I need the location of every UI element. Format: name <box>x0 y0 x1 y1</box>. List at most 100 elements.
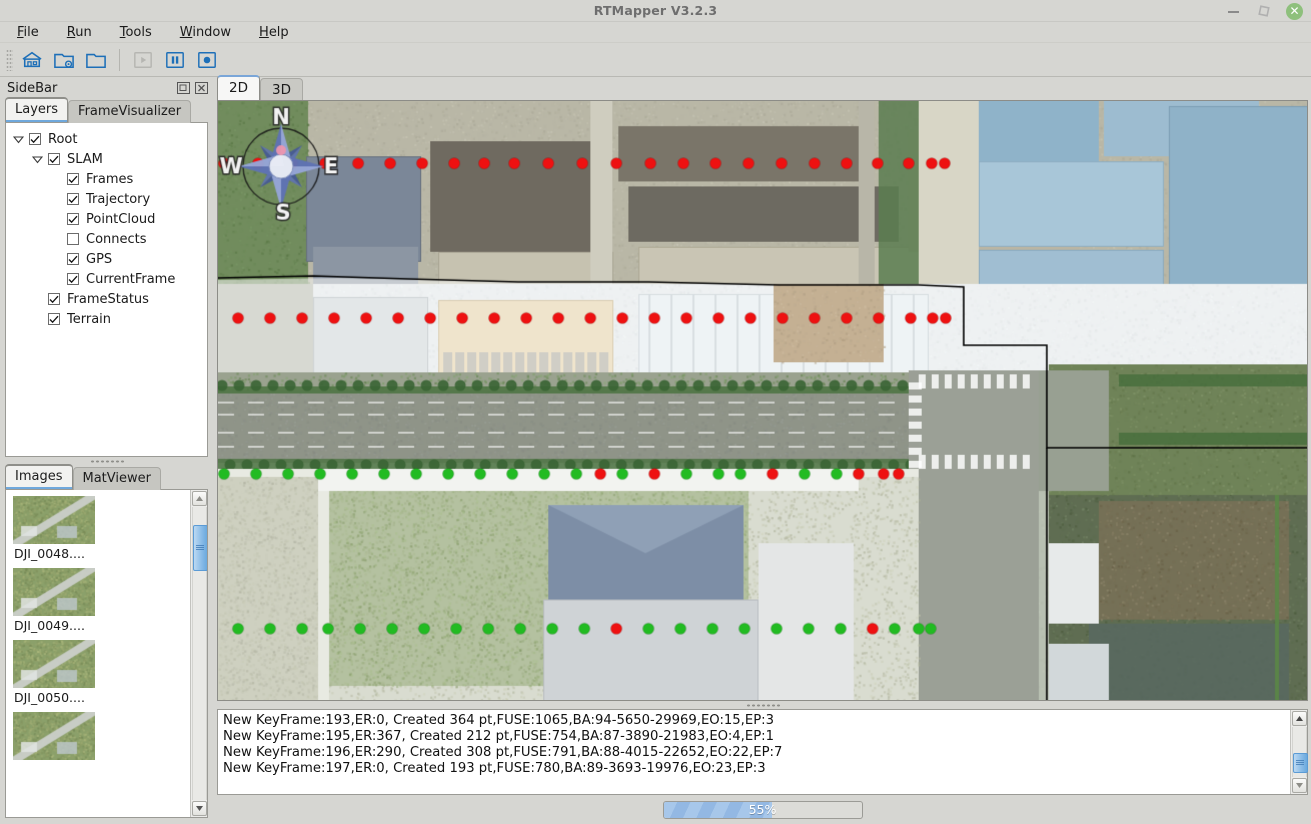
status-bar: 55% <box>214 795 1311 824</box>
image-thumbnail-list[interactable]: DJI_0048....DJI_0049.... DJI_0050.... <box>6 490 190 817</box>
log-splitter[interactable] <box>214 701 1311 709</box>
log-text[interactable]: New KeyFrame:193,ER:0, Created 364 pt,FU… <box>218 710 1290 794</box>
chevron-down-icon[interactable] <box>31 153 44 166</box>
tree-item-gps[interactable]: GPS <box>12 249 203 269</box>
tree-item-frames[interactable]: Frames <box>12 169 203 189</box>
main-area: SideBar Layers FrameVisualizer Root SLAM F… <box>0 77 1311 824</box>
menu-window[interactable]: Window <box>177 24 234 41</box>
checkbox-terrain[interactable] <box>48 313 60 325</box>
tree-item-terrain[interactable]: Terrain <box>12 309 203 329</box>
tree-item-trajectory[interactable]: Trajectory <box>12 189 203 209</box>
tree-spacer <box>50 213 63 226</box>
images-scroll-track[interactable] <box>192 507 207 800</box>
tree-item-label: Root <box>45 132 77 147</box>
close-panel-icon[interactable] <box>194 81 209 95</box>
checkbox-pointcloud[interactable] <box>67 213 79 225</box>
tree-item-label: CurrentFrame <box>83 272 175 287</box>
tab-images[interactable]: Images <box>5 464 73 489</box>
float-panel-icon[interactable] <box>176 81 191 95</box>
log-scroll-down-icon[interactable] <box>1292 778 1307 793</box>
tree-item-label: GPS <box>83 252 112 267</box>
log-scroll-up-icon[interactable] <box>1292 711 1307 726</box>
log-scroll-thumb[interactable] <box>1293 753 1308 773</box>
list-item[interactable]: DJI_0050.... <box>13 640 190 708</box>
image-thumbnail[interactable] <box>13 568 95 616</box>
checkbox-framestatus[interactable] <box>48 293 60 305</box>
tree-item-label: Connects <box>83 232 147 247</box>
tree-item-pointcloud[interactable]: PointCloud <box>12 209 203 229</box>
tree-item-connects[interactable]: Connects <box>12 229 203 249</box>
minimize-icon[interactable] <box>1226 3 1242 19</box>
images-scrollbar[interactable] <box>190 490 207 817</box>
tab-2d[interactable]: 2D <box>217 75 260 100</box>
chevron-down-icon[interactable] <box>12 133 25 146</box>
tree-spacer <box>50 273 63 286</box>
tree-item-label: Trajectory <box>83 192 150 207</box>
play-icon[interactable] <box>127 46 159 74</box>
checkbox-frames[interactable] <box>67 173 79 185</box>
tree-item-label: PointCloud <box>83 212 155 227</box>
images-panel: DJI_0048....DJI_0049.... DJI_0050.... <box>5 489 208 818</box>
tab-3d[interactable]: 3D <box>260 78 303 101</box>
tree-item-label: FrameStatus <box>64 292 149 307</box>
close-icon[interactable]: ✕ <box>1286 3 1303 20</box>
map-canvas[interactable] <box>218 101 1307 700</box>
menu-tools[interactable]: Tools <box>117 24 155 41</box>
window-title: RTMapper V3.2.3 <box>594 3 718 18</box>
tree-item-framestatus[interactable]: FrameStatus <box>12 289 203 309</box>
window-controls: ✕ <box>1226 0 1303 22</box>
sidebar-tabs: Layers FrameVisualizer <box>0 99 213 122</box>
log-scroll-track[interactable] <box>1292 727 1307 777</box>
menu-bar: File Run Tools Window Help <box>0 22 1311 43</box>
tree-spacer <box>31 293 44 306</box>
image-filename: DJI_0050.... <box>13 688 190 708</box>
list-item[interactable]: DJI_0049.... <box>13 568 190 636</box>
checkbox-connects[interactable] <box>67 233 79 245</box>
sidebar-title: SideBar <box>7 81 173 96</box>
menu-help[interactable]: Help <box>256 24 292 41</box>
application-window: RTMapper V3.2.3 ✕ File Run Tools Window … <box>0 0 1311 824</box>
checkbox-currentframe[interactable] <box>67 273 79 285</box>
log-line: New KeyFrame:197,ER:0, Created 193 pt,FU… <box>223 761 1290 777</box>
sidebar-header: SideBar <box>0 77 213 99</box>
tree-spacer <box>50 253 63 266</box>
tree-item-slam[interactable]: SLAM <box>12 149 203 169</box>
checkbox-gps[interactable] <box>67 253 79 265</box>
tree-item-label: Terrain <box>64 312 111 327</box>
log-scrollbar[interactable] <box>1290 710 1307 794</box>
checkbox-trajectory[interactable] <box>67 193 79 205</box>
image-thumbnail[interactable] <box>13 496 95 544</box>
tree-item-root[interactable]: Root <box>12 129 203 149</box>
maximize-icon[interactable] <box>1256 3 1272 19</box>
checkbox-slam[interactable] <box>48 153 60 165</box>
tree-item-label: SLAM <box>64 152 103 167</box>
viewer-tabs: 2D 3D <box>214 77 1311 100</box>
layers-panel: Root SLAM Frames Trajectory PointCloud Connec… <box>5 122 208 457</box>
open-folder-icon[interactable] <box>80 46 112 74</box>
log-line: New KeyFrame:195,ER:367, Created 212 pt,… <box>223 729 1290 745</box>
checkbox-root[interactable] <box>29 133 41 145</box>
pause-icon[interactable] <box>159 46 191 74</box>
menu-file[interactable]: File <box>14 24 42 41</box>
record-icon[interactable] <box>191 46 223 74</box>
map-viewport[interactable] <box>217 100 1308 701</box>
log-line: New KeyFrame:196,ER:290, Created 308 pt,… <box>223 745 1290 761</box>
home-icon[interactable] <box>16 46 48 74</box>
scroll-down-icon[interactable] <box>192 801 207 816</box>
layers-tree: Root SLAM Frames Trajectory PointCloud Connec… <box>6 123 207 333</box>
tab-layers[interactable]: Layers <box>5 97 68 122</box>
folder-settings-icon[interactable] <box>48 46 80 74</box>
progress-bar: 55% <box>663 801 863 819</box>
sidebar: SideBar Layers FrameVisualizer Root SLAM F… <box>0 77 213 824</box>
image-thumbnail[interactable] <box>13 640 95 688</box>
scroll-up-icon[interactable] <box>192 491 207 506</box>
tree-item-currentframe[interactable]: CurrentFrame <box>12 269 203 289</box>
images-scroll-thumb[interactable] <box>193 525 208 572</box>
tab-matviewer[interactable]: MatViewer <box>73 467 161 490</box>
tab-framevisualizer[interactable]: FrameVisualizer <box>68 100 191 123</box>
toolbar-grip[interactable] <box>6 49 13 71</box>
image-thumbnail[interactable] <box>13 712 95 760</box>
list-item[interactable]: DJI_0048.... <box>13 496 190 564</box>
menu-run[interactable]: Run <box>64 24 95 41</box>
list-item[interactable] <box>13 712 190 760</box>
